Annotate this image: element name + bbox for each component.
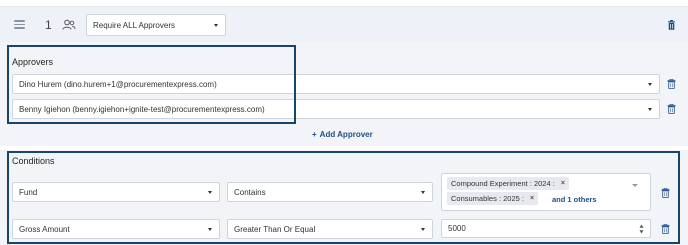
add-approver-button[interactable]: + Add Approver — [312, 130, 373, 139]
approval-mode-value: Require ALL Approvers — [93, 20, 175, 30]
chevron-down-icon — [648, 107, 652, 111]
approvers-highlight — [7, 45, 296, 124]
plus-icon: + — [312, 130, 317, 139]
step-number: 1 — [45, 18, 52, 32]
chevron-down-icon — [648, 82, 652, 86]
chevron-down-icon — [214, 23, 218, 27]
delete-approver-trash-icon[interactable] — [667, 104, 676, 114]
delete-step-trash-icon[interactable] — [667, 20, 676, 30]
approval-mode-select[interactable]: Require ALL Approvers — [86, 14, 226, 36]
drag-handle-icon[interactable] — [14, 20, 25, 29]
conditions-highlight — [7, 151, 680, 244]
delete-approver-trash-icon[interactable] — [667, 79, 676, 89]
add-approver-label: Add Approver — [319, 130, 373, 139]
users-icon — [62, 19, 76, 31]
